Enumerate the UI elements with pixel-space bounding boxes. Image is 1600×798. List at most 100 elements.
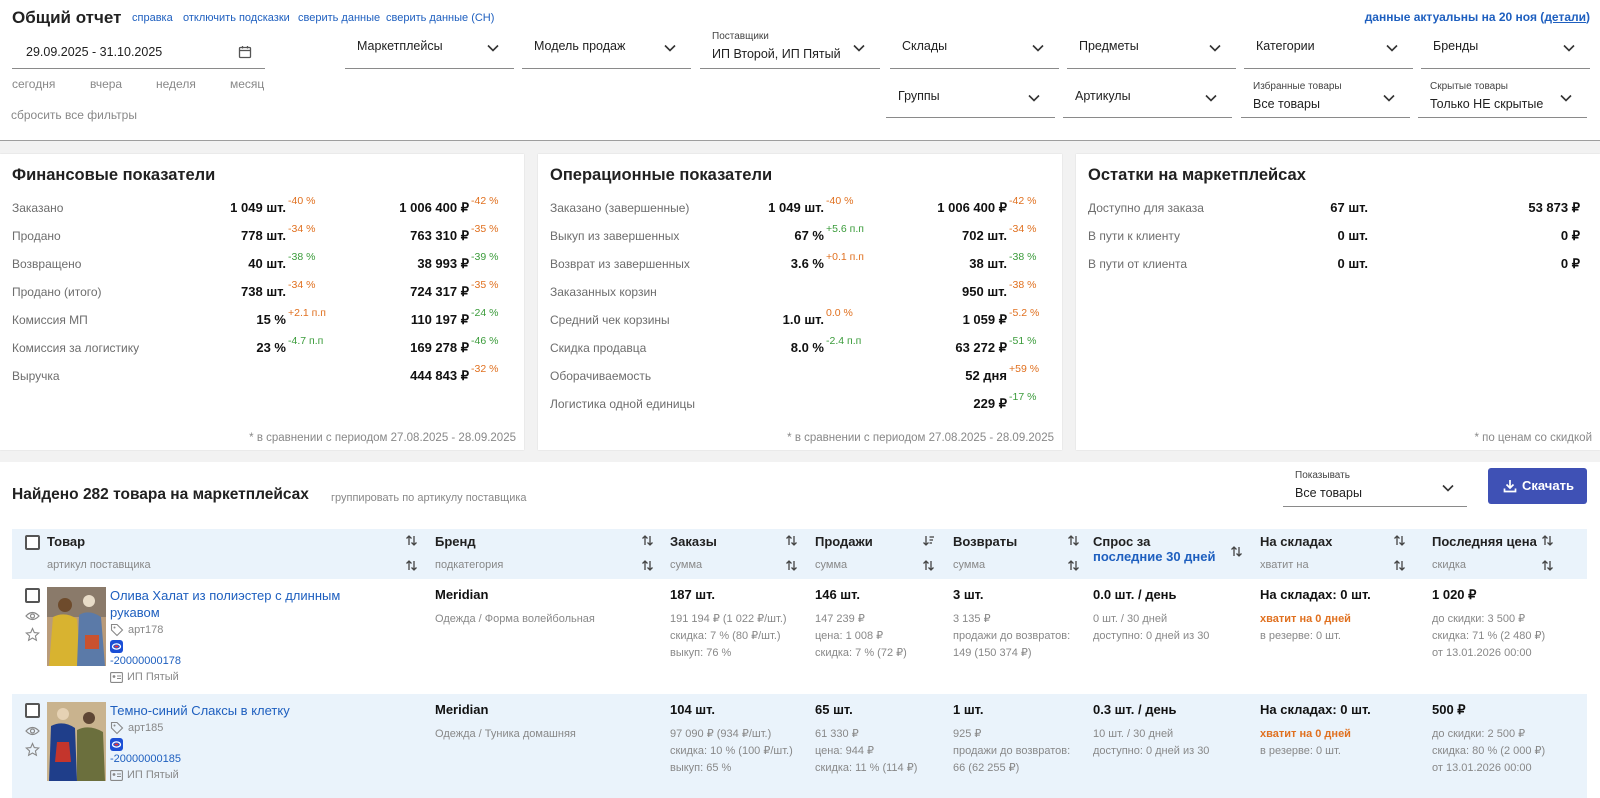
quick-date-yesterday[interactable]: вчера: [90, 77, 122, 91]
stock-value-sum: 0 ₽: [1560, 256, 1580, 271]
op-delta-sum: -5.2 %: [1009, 307, 1040, 319]
favorites-select[interactable]: Избранные товары Все товары: [1241, 80, 1410, 118]
sort-icon[interactable]: [1541, 559, 1554, 577]
op-row: Выкуп из завершенных 67 % 702 шт. +5.6 п.п -…: [538, 223, 1062, 251]
product-name-link[interactable]: Темно-синий Слаксы в клетку: [110, 702, 380, 719]
returns-details: 925 ₽ продажи до возвратов: 66 (62 255 ₽): [953, 728, 1071, 774]
page: Общий отчет справка отключить подсказки …: [0, 0, 1600, 798]
sort-icon[interactable]: [922, 559, 935, 577]
star-icon[interactable]: [25, 742, 40, 757]
operational-footnote: * в сравнении с периодом 27.08.2025 - 28…: [787, 432, 1054, 444]
sort-icon[interactable]: [405, 559, 418, 577]
quick-date-month[interactable]: месяц: [230, 77, 264, 91]
orders-details: 97 090 ₽ (934 ₽/шт.) скидка: 10 % (100 ₽/…: [670, 728, 793, 774]
sort-icon[interactable]: [405, 534, 418, 552]
fin-value-count: 778 шт.: [241, 228, 286, 243]
table-row: Темно-синий Слаксы в клетку арт185 -2000…: [12, 694, 1587, 798]
help-link[interactable]: справка: [132, 12, 173, 24]
stock-count: На складах: 0 шт.: [1260, 702, 1371, 717]
table-header: Товар артикул поставщика Бренд подкатегория…: [12, 529, 1587, 579]
product-name-link[interactable]: Олива Халат из полиэстер с длинным рукав…: [110, 587, 380, 621]
ozon-logo-icon: [110, 640, 123, 653]
op-delta-sum: -17 %: [1009, 391, 1037, 403]
sort-icon[interactable]: [1067, 559, 1080, 577]
star-icon[interactable]: [25, 627, 40, 642]
sort-icon[interactable]: [1393, 559, 1406, 577]
last-price: 500 ₽: [1432, 702, 1466, 717]
check-data-link[interactable]: сверить данные: [298, 12, 380, 24]
details-link[interactable]: детали: [1544, 10, 1586, 24]
row-checkbox[interactable]: [25, 703, 40, 718]
op-delta-sum: -42 %: [1009, 195, 1037, 207]
stock-value-count: 67 шт.: [1330, 200, 1368, 215]
row-checkbox[interactable]: [25, 588, 40, 603]
fin-delta-count: -4.7 п.п: [288, 335, 324, 347]
eye-icon[interactable]: [25, 725, 40, 737]
returns-count: 1 шт.: [953, 702, 984, 717]
last-price: 1 020 ₽: [1432, 587, 1477, 602]
show-select[interactable]: Показывать Все товары: [1283, 467, 1467, 507]
page-title: Общий отчет: [12, 8, 122, 27]
found-count: Найдено 282 товара на маркетплейсах: [12, 486, 309, 503]
product-thumbnail[interactable]: [47, 587, 106, 666]
stock-label: Доступно для заказа: [1088, 201, 1204, 215]
supplier-article: арт178: [128, 624, 164, 636]
sku-link[interactable]: -20000000185: [110, 751, 181, 768]
sales-model-select[interactable]: Модель продаж: [522, 30, 691, 69]
eye-icon[interactable]: [25, 610, 40, 622]
op-value-sum: 1 059 ₽: [962, 312, 1007, 327]
demand-rate: 0.0 шт. / день: [1093, 587, 1177, 602]
product-thumbnail[interactable]: [47, 702, 106, 781]
suppliers-select[interactable]: Поставщики ИП Второй, ИП Пятый: [700, 30, 880, 69]
check-data-sn-link[interactable]: сверить данные (СН): [386, 12, 494, 24]
articles-select[interactable]: Артикулы: [1063, 80, 1232, 118]
op-delta-sum: -38 %: [1009, 279, 1037, 291]
items-select[interactable]: Предметы: [1067, 30, 1236, 69]
stock-warning: хватит на 0 дней: [1260, 728, 1351, 740]
warehouses-select[interactable]: Склады: [890, 30, 1059, 69]
reset-filters-link[interactable]: сбросить все фильтры: [11, 108, 137, 122]
sort-icon[interactable]: [1230, 545, 1243, 563]
op-value-sum: 950 шт.: [962, 284, 1007, 299]
disable-hints-link[interactable]: отключить подсказки: [183, 12, 290, 24]
sort-icon[interactable]: [641, 534, 654, 552]
op-row: Возврат из завершенных 3.6 % 38 шт. +0.1 п.…: [538, 251, 1062, 279]
date-range-field[interactable]: 29.09.2025 - 31.10.2025: [12, 38, 265, 69]
sales-details: 61 330 ₽ цена: 944 ₽ скидка: 11 % (114 ₽): [815, 728, 918, 774]
stock-value-sum: 53 873 ₽: [1528, 200, 1580, 215]
categories-select[interactable]: Категории: [1244, 30, 1413, 69]
sort-icon[interactable]: [1393, 534, 1406, 552]
groups-select[interactable]: Группы: [886, 80, 1055, 118]
sort-icon[interactable]: [1541, 534, 1554, 552]
fin-label: Комиссия за логистику: [12, 341, 140, 355]
stocks-footnote: * по ценам со скидкой: [1474, 432, 1592, 444]
sort-desc-icon[interactable]: [922, 534, 935, 552]
marketplaces-select[interactable]: Маркетплейсы: [345, 30, 514, 69]
select-all-checkbox[interactable]: [25, 535, 40, 550]
price-details: до скидки: 3 500 ₽ скидка: 71 % (2 480 ₽)…: [1432, 613, 1546, 659]
quick-date-week[interactable]: неделя: [156, 77, 196, 91]
op-value-count: 8.0 %: [790, 340, 824, 355]
hidden-select[interactable]: Скрытые товары Только НЕ скрытые: [1418, 80, 1587, 118]
group-by-link[interactable]: группировать по артикулу поставщика: [331, 492, 527, 504]
op-value-sum: 702 шт.: [962, 228, 1007, 243]
chevron-down-icon: [1383, 94, 1395, 102]
tag-icon: [110, 721, 124, 735]
calendar-icon[interactable]: [237, 44, 253, 60]
sku-link[interactable]: -20000000178: [110, 653, 181, 670]
sort-icon[interactable]: [1067, 534, 1080, 552]
fin-value-sum: 444 843 ₽: [410, 368, 469, 383]
sort-icon[interactable]: [785, 534, 798, 552]
sort-icon[interactable]: [785, 559, 798, 577]
quick-date-today[interactable]: сегодня: [12, 77, 55, 91]
fin-value-sum: 763 310 ₽: [410, 228, 469, 243]
op-value-count: 1.0 шт.: [782, 312, 824, 327]
sort-icon[interactable]: [641, 559, 654, 577]
fin-row: Заказано 1 049 шт. 1 006 400 ₽ -40 % -42 %: [0, 195, 524, 223]
fin-value-count: 23 %: [256, 340, 286, 355]
download-button[interactable]: Скачать: [1488, 468, 1587, 504]
op-value-sum: 52 дня: [965, 368, 1007, 383]
demand-period-link[interactable]: последние 30 дней: [1093, 549, 1216, 564]
brands-select[interactable]: Бренды: [1421, 30, 1590, 69]
op-delta-sum: -51 %: [1009, 335, 1037, 347]
